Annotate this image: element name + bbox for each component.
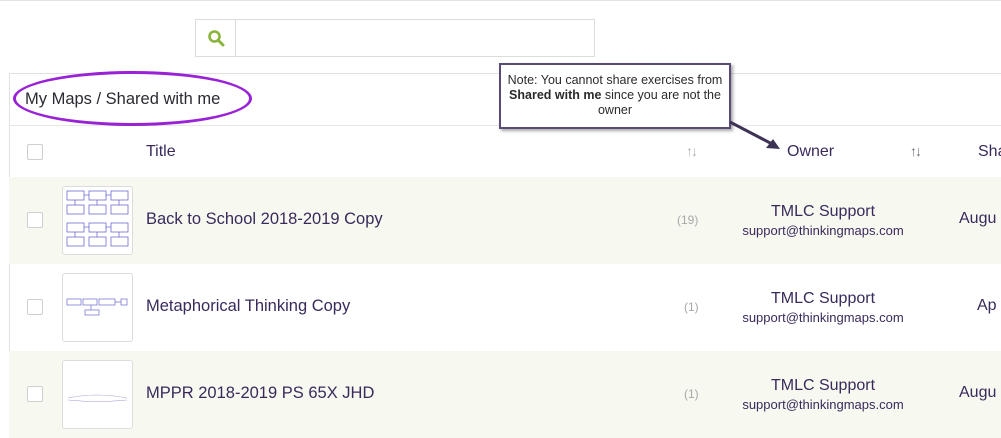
owner-name: TMLC Support xyxy=(770,290,876,307)
column-header-shared[interactable]: Sha xyxy=(978,143,1001,161)
shared-date: Augu xyxy=(959,210,997,227)
item-count: (19) xyxy=(677,213,699,227)
shared-date: Ap xyxy=(977,297,997,314)
owner-name: TMLC Support xyxy=(770,203,876,220)
map-title[interactable]: Back to School 2018-2019 Copy xyxy=(146,210,383,229)
annotation-note: Note: You cannot share exercises from Sh… xyxy=(499,63,731,129)
note-text-prefix: Note: You cannot share exercises from xyxy=(507,73,723,87)
map-thumbnail[interactable] xyxy=(62,273,133,342)
shared-date: Augu xyxy=(959,384,997,401)
note-text-suffix: since you are not the owner xyxy=(597,88,721,117)
column-header-owner[interactable]: Owner xyxy=(787,143,834,161)
owner-email: support@thinkingmaps.com xyxy=(742,223,904,238)
breadcrumb[interactable]: My Maps / Shared with me xyxy=(25,90,220,109)
owner-email: support@thinkingmaps.com xyxy=(742,397,904,412)
select-all-checkbox[interactable] xyxy=(27,144,43,160)
row-checkbox[interactable] xyxy=(27,212,43,228)
map-title[interactable]: Metaphorical Thinking Copy xyxy=(146,297,350,316)
sort-icon[interactable]: ↑↓ xyxy=(910,143,922,159)
item-count: (1) xyxy=(684,387,699,401)
map-thumbnail[interactable] xyxy=(62,186,133,255)
map-thumbnail[interactable] xyxy=(62,360,133,429)
search-box[interactable] xyxy=(195,19,595,57)
note-text-bold: Shared with me xyxy=(509,88,602,102)
sort-icon[interactable]: ↑↓ xyxy=(686,143,698,159)
map-title[interactable]: MPPR 2018-2019 PS 65X JHD xyxy=(146,384,374,403)
search-button[interactable] xyxy=(196,20,236,56)
owner-name: TMLC Support xyxy=(770,377,876,394)
table-header: Title ↑↓ Owner ↑↓ Sha xyxy=(9,126,1001,178)
row-checkbox[interactable] xyxy=(27,386,43,402)
search-icon xyxy=(207,30,224,47)
column-header-title[interactable]: Title xyxy=(146,143,176,161)
table-row[interactable]: Metaphorical Thinking Copy (1) TMLC Supp… xyxy=(9,264,1001,351)
row-checkbox[interactable] xyxy=(27,299,43,315)
owner-email: support@thinkingmaps.com xyxy=(742,310,904,325)
item-count: (1) xyxy=(684,300,699,314)
table-row[interactable]: Back to School 2018-2019 Copy (19) TMLC … xyxy=(9,177,1001,264)
table-row[interactable]: MPPR 2018-2019 PS 65X JHD (1) TMLC Suppo… xyxy=(9,351,1001,438)
search-input[interactable] xyxy=(237,20,594,56)
